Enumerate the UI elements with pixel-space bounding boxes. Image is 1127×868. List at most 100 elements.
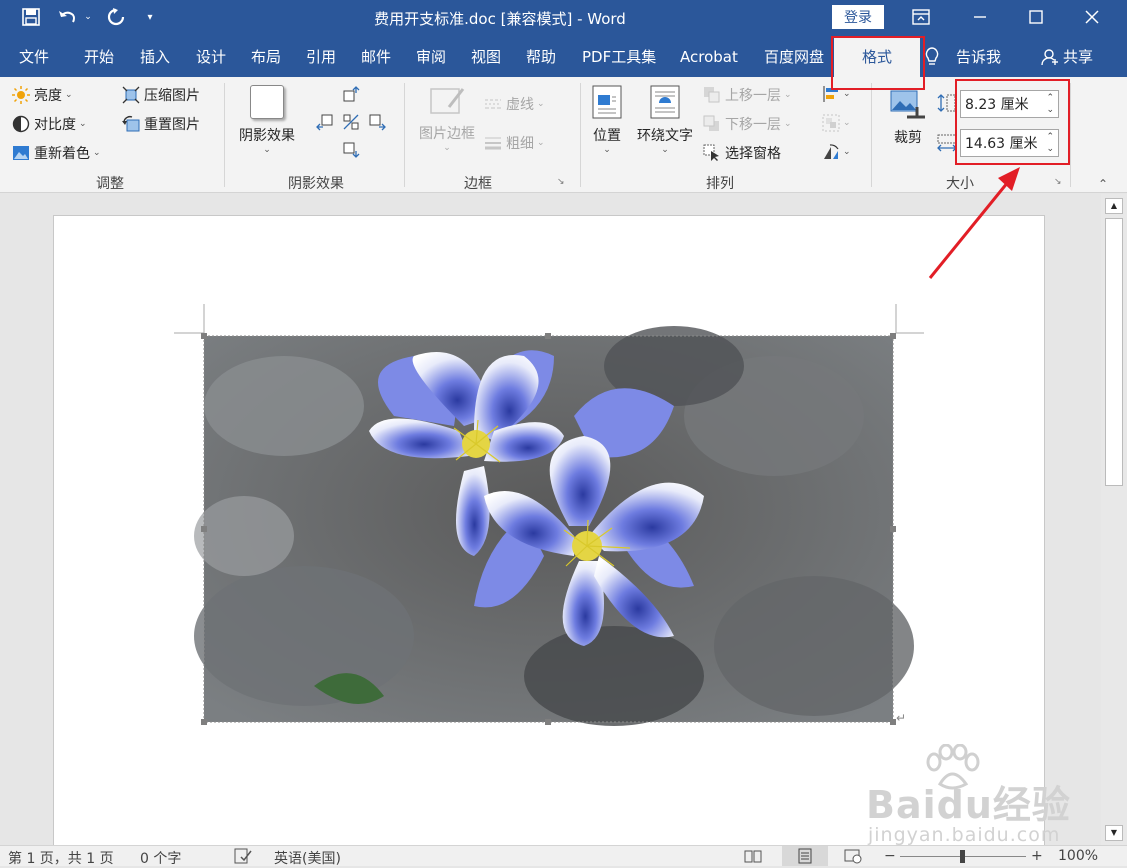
weight-button[interactable]: 粗细 ⌄ [484,133,545,153]
tab-pdf-tools[interactable]: PDF工具集 [582,36,656,77]
share-button[interactable]: 共享 [1063,36,1093,77]
bring-forward-button[interactable]: 上移一层 ⌄ [703,85,792,105]
document-area: ↵ Baidu经验 jingyan.baidu.com [0,194,1101,845]
dashes-button[interactable]: 虚线 ⌄ [484,94,545,114]
login-button[interactable]: 登录 [832,5,884,29]
shadow-nudge-up-icon[interactable] [342,85,360,103]
picture-border-button[interactable]: 图片边框 ⌄ [416,85,478,153]
maximize-icon[interactable] [1008,0,1064,34]
tab-layout[interactable]: 布局 [251,36,281,77]
height-spinner-icon[interactable]: ⌃ ⌄ [1046,92,1054,116]
group-separator [224,83,225,187]
group-label-border: 边框 [464,176,492,192]
group-objects-icon[interactable]: ⌄ [822,114,851,132]
document-page[interactable]: ↵ Baidu经验 jingyan.baidu.com [53,215,1070,845]
language-indicator[interactable]: 英语(美国) [274,848,341,868]
web-layout-icon[interactable] [844,848,862,868]
word-count[interactable]: 0 个字 [140,848,181,868]
shape-height-input[interactable]: 8.23 厘米 ⌃ ⌄ [960,90,1059,118]
ribbon-tabs: 文件 开始 插入 设计 布局 引用 邮件 审阅 视图 帮助 PDF工具集 Acr… [0,36,1127,77]
shape-width-input[interactable]: 14.63 厘米 ⌃ ⌄ [960,129,1059,157]
group-separator [404,83,405,187]
compress-icon [122,86,140,104]
brightness-button[interactable]: 亮度 ⌄ [12,85,73,105]
scroll-thumb[interactable] [1105,218,1123,486]
contrast-button[interactable]: 对比度 ⌄ [12,114,87,134]
page-count[interactable]: 第 1 页，共 1 页 [8,848,114,868]
group-separator [871,83,872,187]
watermark-url: jingyan.baidu.com [868,824,1061,845]
group-label-adjust: 调整 [96,176,124,192]
share-icon[interactable] [1041,36,1059,77]
recolor-button[interactable]: 重新着色 ⌄ [12,143,101,163]
group-separator [1070,83,1071,187]
selection-pane-button[interactable]: 选择窗格 [703,143,781,163]
position-icon [592,85,622,119]
tab-references[interactable]: 引用 [306,36,336,77]
shape-width-icon [936,133,958,153]
reset-picture-icon [122,115,140,133]
tell-me-search[interactable]: 告诉我 [956,36,1001,77]
zoom-out-icon[interactable]: − [884,848,896,864]
reset-picture-button[interactable]: 重置图片 [122,114,200,134]
zoom-in-icon[interactable]: + [1031,848,1043,864]
read-mode-icon[interactable] [744,848,762,868]
position-button[interactable]: 位置 ⌄ [588,85,626,155]
send-backward-icon [703,115,721,133]
tab-home[interactable]: 开始 [84,36,114,77]
selection-pane-icon [703,144,721,162]
shadow-effects-button[interactable]: 阴影效果 ⌄ [236,85,298,155]
tab-acrobat[interactable]: Acrobat [680,36,738,77]
shadow-toggle-icon[interactable] [342,113,360,131]
tab-design[interactable]: 设计 [196,36,226,77]
size-dialog-launcher-icon[interactable]: ↘ [1054,177,1062,187]
watermark-brand: Baidu经验 [866,783,1071,827]
align-icon[interactable]: ⌄ [822,85,851,103]
shadow-effects-icon [250,85,284,119]
rotate-icon[interactable]: ⌄ [822,143,851,161]
lightbulb-icon [924,36,940,77]
shadow-nudge-right-icon[interactable] [368,113,386,131]
tab-file[interactable]: 文件 [19,36,49,77]
zoom-slider-thumb[interactable] [960,850,965,863]
wrap-text-icon [650,85,680,119]
contrast-icon [12,115,30,133]
shadow-nudge-down-icon[interactable] [342,141,360,159]
group-separator [580,83,581,187]
close-icon[interactable] [1064,0,1120,34]
inserted-picture[interactable] [194,326,914,726]
print-layout-icon[interactable] [782,846,828,866]
shape-height-icon [937,93,957,113]
scroll-down-icon[interactable]: ▼ [1105,825,1123,841]
tab-format[interactable]: 格式 [834,36,920,77]
shadow-nudge-left-icon[interactable] [316,113,334,131]
proofing-icon[interactable] [234,848,252,868]
group-label-arrange: 排列 [706,176,734,192]
zoom-level[interactable]: 100% [1058,848,1098,864]
tab-mailings[interactable]: 邮件 [361,36,391,77]
tab-help[interactable]: 帮助 [526,36,556,77]
recolor-icon [12,144,30,162]
vertical-scrollbar[interactable]: ▲ ▼ [1101,194,1127,845]
watermark: Baidu经验 jingyan.baidu.com [864,744,1070,845]
crop-button[interactable]: 裁剪 [887,89,929,147]
group-label-size: 大小 [946,176,974,192]
group-label-shadow: 阴影效果 [288,176,344,192]
ribbon-panel: 亮度 ⌄ 对比度 ⌄ 重新着色 ⌄ 压缩图片 重置图片 调整 阴影效果 ⌄ 阴影效果 [0,77,1127,193]
title-bar: ⌄ ▾ 费用开支标准.doc [兼容模式] - Word 登录 [0,0,1127,36]
picture-border-icon [430,88,465,114]
line-weight-icon [484,134,502,152]
send-backward-button[interactable]: 下移一层 ⌄ [703,114,792,134]
collapse-ribbon-icon[interactable]: ⌃ [1098,177,1108,191]
tab-baidu-netdisk[interactable]: 百度网盘 [764,36,824,77]
minimize-icon[interactable] [952,0,1008,34]
wrap-text-button[interactable]: 环绕文字 ⌄ [634,85,696,155]
tab-view[interactable]: 视图 [471,36,501,77]
tab-review[interactable]: 审阅 [416,36,446,77]
compress-pictures-button[interactable]: 压缩图片 [122,85,200,105]
width-spinner-icon[interactable]: ⌃ ⌄ [1046,131,1054,155]
tab-insert[interactable]: 插入 [140,36,170,77]
border-dialog-launcher-icon[interactable]: ↘ [557,177,565,187]
ribbon-display-options-icon[interactable] [893,0,949,34]
scroll-up-icon[interactable]: ▲ [1105,198,1123,214]
